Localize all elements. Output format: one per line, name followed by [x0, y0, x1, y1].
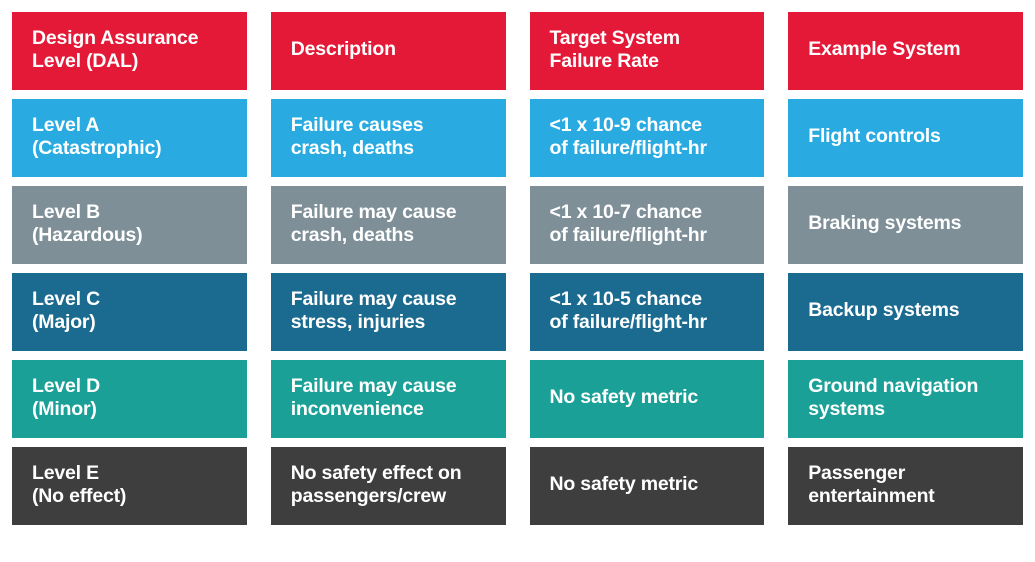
cell-text: No safety effect on passengers/crew: [290, 461, 462, 507]
column-header-example-system: Example System: [788, 12, 1023, 90]
cell-text: Flight controls: [808, 125, 941, 148]
cell-text: No safety metric: [549, 386, 699, 409]
cell-level-d-description: Failure may cause inconvenience: [270, 360, 506, 438]
cell-level-e-failure-rate: No safety metric: [529, 447, 765, 525]
column-header-failure-rate-label: Target System Failure Rate: [549, 26, 681, 72]
cell-text: No safety metric: [549, 473, 699, 496]
cell-level-d-failure-rate: No safety metric: [529, 360, 765, 438]
table-row-level-e: Level E (No effect) No safety effect on …: [12, 447, 1023, 525]
cell-level-e-dal: Level E (No effect): [12, 447, 247, 525]
cell-level-c-failure-rate: <1 x 10-5 chance of failure/flight-hr: [529, 273, 765, 351]
cell-text: Level A (Catastrophic): [32, 113, 162, 159]
cell-level-a-example-system: Flight controls: [788, 99, 1023, 177]
cell-level-b-example-system: Braking systems: [788, 186, 1023, 264]
cell-text: Level C (Major): [32, 287, 100, 333]
cell-level-b-description: Failure may cause crash, deaths: [270, 186, 506, 264]
cell-text: <1 x 10-5 chance of failure/flight-hr: [549, 287, 708, 333]
table-row-level-c: Level C (Major) Failure may cause stress…: [12, 273, 1023, 351]
cell-level-d-example-system: Ground navigation systems: [788, 360, 1023, 438]
cell-level-b-dal: Level B (Hazardous): [12, 186, 247, 264]
cell-level-d-dal: Level D (Minor): [12, 360, 247, 438]
column-header-example-system-label: Example System: [808, 38, 961, 61]
cell-text: Passenger entertainment: [808, 461, 935, 507]
cell-level-e-example-system: Passenger entertainment: [788, 447, 1023, 525]
column-header-failure-rate: Target System Failure Rate: [529, 12, 765, 90]
cell-text: Braking systems: [808, 212, 962, 235]
cell-text: Ground navigation systems: [808, 374, 979, 420]
cell-text: Failure causes crash, deaths: [290, 113, 424, 159]
cell-text: <1 x 10-7 chance of failure/flight-hr: [549, 200, 708, 246]
cell-level-a-description: Failure causes crash, deaths: [270, 99, 506, 177]
cell-level-b-failure-rate: <1 x 10-7 chance of failure/flight-hr: [529, 186, 765, 264]
cell-text: Failure may cause stress, injuries: [290, 287, 457, 333]
cell-text: <1 x 10-9 chance of failure/flight-hr: [549, 113, 708, 159]
cell-level-c-example-system: Backup systems: [788, 273, 1023, 351]
cell-level-e-description: No safety effect on passengers/crew: [270, 447, 506, 525]
column-header-dal-label: Design Assurance Level (DAL): [32, 26, 199, 72]
cell-level-a-failure-rate: <1 x 10-9 chance of failure/flight-hr: [529, 99, 765, 177]
cell-text: Level E (No effect): [32, 461, 127, 507]
dal-table: Design Assurance Level (DAL) Description…: [0, 0, 1035, 562]
column-header-description-label: Description: [290, 38, 396, 61]
cell-level-a-dal: Level A (Catastrophic): [12, 99, 247, 177]
cell-level-c-dal: Level C (Major): [12, 273, 247, 351]
cell-text: Failure may cause inconvenience: [290, 374, 457, 420]
table-header-row: Design Assurance Level (DAL) Description…: [12, 12, 1023, 90]
table-row-level-d: Level D (Minor) Failure may cause inconv…: [12, 360, 1023, 438]
cell-text: Level D (Minor): [32, 374, 100, 420]
column-header-description: Description: [270, 12, 506, 90]
table-row-level-a: Level A (Catastrophic) Failure causes cr…: [12, 99, 1023, 177]
cell-level-c-description: Failure may cause stress, injuries: [270, 273, 506, 351]
cell-text: Failure may cause crash, deaths: [290, 200, 457, 246]
cell-text: Level B (Hazardous): [32, 200, 143, 246]
table-row-level-b: Level B (Hazardous) Failure may cause cr…: [12, 186, 1023, 264]
column-header-dal: Design Assurance Level (DAL): [12, 12, 247, 90]
cell-text: Backup systems: [808, 299, 960, 322]
